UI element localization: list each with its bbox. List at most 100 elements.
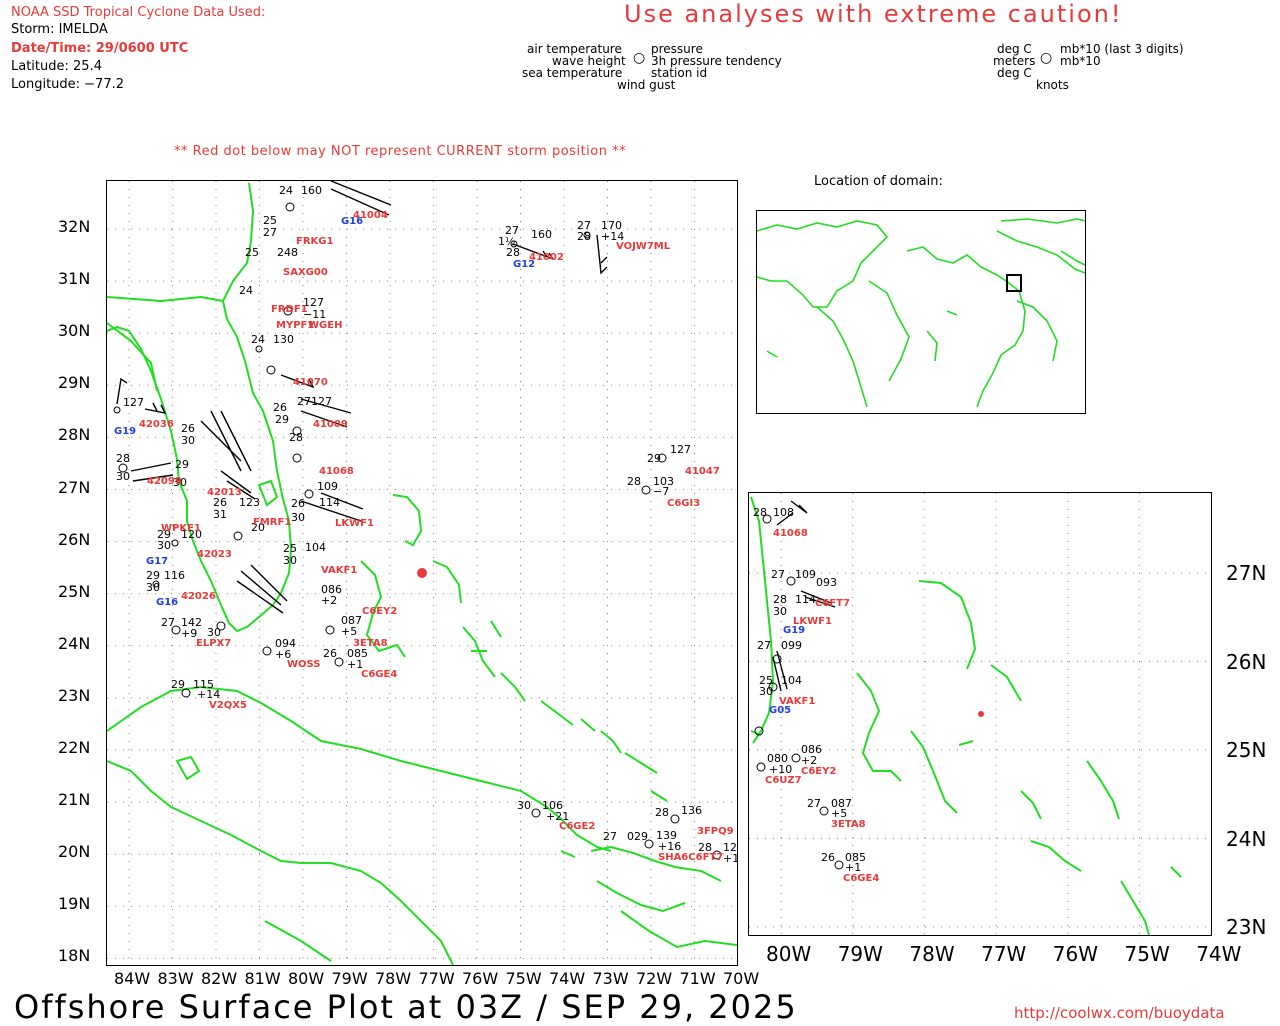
world-coastlines (757, 218, 1085, 408)
lon-label-71w: 71W (679, 969, 716, 988)
lon-label-75w: 75W (505, 969, 542, 988)
station-id-42036: 42036 (139, 419, 174, 430)
inset-lon-label-76w: 76W (1052, 942, 1099, 966)
obs-value: 104 (305, 541, 326, 554)
obs-value: 30 (283, 554, 297, 567)
obs-value: 160 (301, 184, 322, 197)
inset-station-id-41068: 41068 (773, 528, 808, 539)
station-id-g17: G17 (146, 556, 168, 567)
obs-value: 24 (239, 284, 253, 297)
station-id-3fpq9: 3FPQ9 (697, 826, 734, 837)
inset-station-id-g05: G05 (769, 705, 791, 716)
obs-value: 31 (213, 508, 227, 521)
lon-label-73w: 73W (592, 969, 629, 988)
lon-label-70w: 70W (723, 969, 760, 988)
inset-lat-label-26n: 26N (1226, 649, 1267, 674)
station-id-g12: G12 (513, 259, 535, 270)
location-map[interactable] (756, 210, 1086, 414)
obs-value: 27 (297, 395, 311, 408)
lon-label-81w: 81W (244, 969, 281, 988)
lon-label-83w: 83W (157, 969, 194, 988)
obs-value: 109 (317, 480, 338, 493)
inset-lat-label-27n: 27N (1226, 561, 1267, 585)
lon-label-80w: 80W (288, 969, 325, 988)
footer-url[interactable]: http://coolwx.com/buoydata (1014, 1004, 1225, 1022)
lat-label-29n: 29N (58, 373, 91, 393)
station-id-frkg1: FRKG1 (296, 236, 333, 247)
main-map-canvas: 27 1601½2827 17028 +14127−1124 160252725 2482… (107, 181, 737, 965)
inset-obs-value: 093 (816, 576, 837, 589)
obs-value: 26 (323, 647, 337, 660)
main-observations: 27 1601½2827 17028 +14127−1124 160252725 2482… (116, 184, 737, 865)
obs-value: 123 (239, 496, 260, 509)
legend-deg-c-bottom: deg C (997, 66, 1032, 80)
station-id-c6ge4: C6GE4 (361, 669, 397, 680)
inset-station-id-c6uz7: C6UZ7 (765, 775, 802, 786)
inset-map[interactable]: 28 108 27 109 093 28 114 30 27 099 25 104 30 086 +2 080… (748, 492, 1212, 936)
station-id-frdf1: FRDF1 (271, 304, 308, 315)
lat-label-20n: 20N (58, 842, 91, 862)
inset-lon-label-78w: 78W (909, 942, 955, 966)
station-circles (113, 202, 722, 860)
legend-station-circle-icon-2: ○ (1040, 50, 1053, 66)
station-id-g16: G16 (341, 216, 363, 227)
storm-datetime: Date/Time: 29/0600 UTC (11, 41, 189, 56)
obs-value: 29 (275, 413, 289, 426)
station-id-vakf1: VAKF1 (321, 565, 357, 576)
lat-label-24n: 24N (58, 633, 91, 653)
obs-value: 114 (319, 496, 340, 509)
lat-label-23n: 23N (58, 685, 91, 705)
station-id-elpx7: ELPX7 (196, 638, 231, 649)
lat-label-18n: 18N (58, 946, 91, 966)
inset-obs-value: 27 (757, 639, 771, 652)
footer-title: Offshore Surface Plot at 03Z / SEP 29, 2… (14, 988, 798, 1026)
station-id-lkwf1: LKWF1 (335, 518, 374, 529)
obs-value: 27 (263, 226, 277, 239)
obs-value: 116 (164, 569, 185, 582)
obs-value: 28 (116, 452, 130, 465)
main-map[interactable]: 27 160 1½ 28 27 170 28 +14 127 −11 24 160 25 27 25 248 2… (106, 180, 738, 966)
obs-value: 30 (146, 581, 160, 594)
lon-label-74w: 74W (549, 969, 586, 988)
inset-lat-label-24n: 24N (1226, 826, 1267, 851)
obs-value: 30 (116, 470, 130, 483)
obs-value: 160 (531, 228, 552, 241)
obs-value: 29 (175, 458, 189, 471)
station-id-42099: 42099 (147, 476, 182, 487)
legend-wind-gust: wind gust (617, 78, 676, 92)
inset-obs-value: 109 (795, 568, 816, 581)
obs-value: 27 (603, 830, 617, 843)
location-map-canvas (757, 218, 1085, 408)
lat-label-32n: 32N (58, 217, 91, 236)
obs-value: 127 (311, 395, 332, 408)
inset-obs-value: 26 (821, 851, 835, 864)
obs-value: 25 (283, 542, 297, 555)
obs-value: 28 (627, 475, 641, 488)
location-title: Location of domain: (814, 174, 943, 189)
obs-value: 30 (157, 539, 171, 552)
station-id-42026: 42026 (181, 591, 216, 602)
inset-lon-label-79w: 79W (837, 942, 883, 966)
lon-label-72w: 72W (636, 969, 673, 988)
storm-longitude: Longitude: −77.2 (11, 77, 125, 92)
lat-label-22n: 22N (58, 738, 91, 757)
obs-value: 29 (171, 678, 185, 691)
obs-value: 25 (245, 246, 259, 259)
wind-barbs (116, 181, 608, 614)
lat-label-28n: 28N (58, 425, 91, 445)
obs-value: 24 (279, 184, 293, 197)
obs-value: 30 (517, 799, 531, 812)
storm-position-dot[interactable] (417, 568, 427, 578)
inset-lon-label-74w: 74W (1196, 942, 1242, 966)
inset-obs-value: 30 (759, 685, 773, 698)
obs-value: 136 (681, 804, 702, 817)
inset-station-id-c6ey2: C6EY2 (801, 766, 836, 777)
legend-sea-temperature: sea temperature (522, 66, 623, 80)
lat-label-25n: 25N (58, 581, 91, 601)
inset-storm-position-dot[interactable] (978, 711, 984, 717)
obs-value: 26 (291, 497, 305, 510)
obs-value: +9 (181, 627, 197, 640)
lon-label-77w: 77W (418, 969, 455, 988)
station-id-woss: WOSS (287, 659, 321, 670)
inset-map-canvas: 28 10827 10909328 1143027 09925 10430086+2080… (749, 493, 1211, 935)
